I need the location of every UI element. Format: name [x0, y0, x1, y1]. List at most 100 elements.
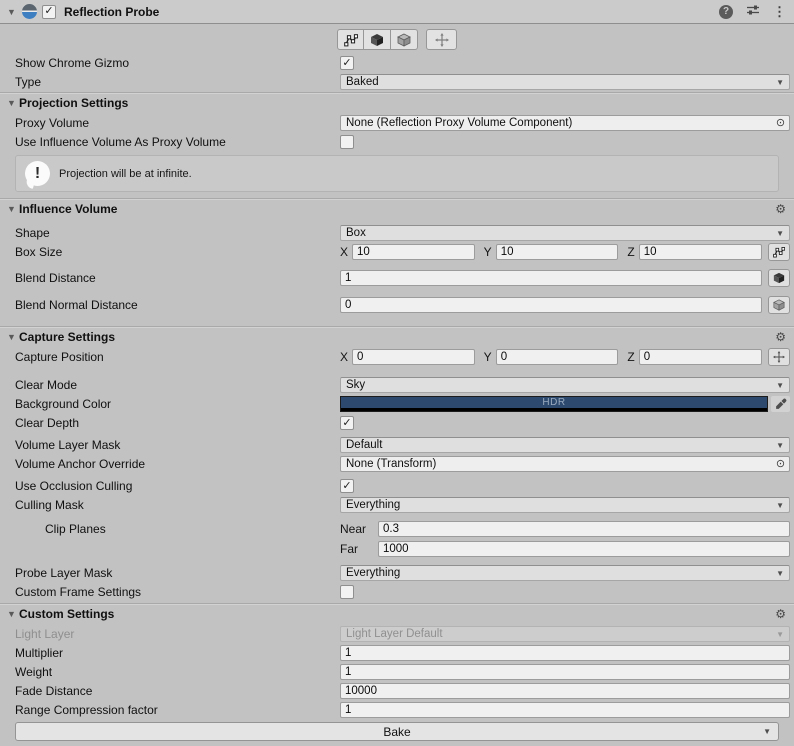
- background-color-swatch[interactable]: HDR: [340, 396, 768, 412]
- gear-icon[interactable]: ⚙: [775, 331, 786, 343]
- type-dropdown[interactable]: Baked ▼: [340, 74, 790, 90]
- edit-influence-volume-button[interactable]: [337, 29, 364, 50]
- field-label: Light Layer: [15, 627, 340, 641]
- field-label: Clip Planes: [15, 522, 340, 536]
- field-label: Fade Distance: [15, 684, 340, 698]
- edit-blend-volume-button[interactable]: [364, 29, 391, 50]
- foldout-icon[interactable]: ▼: [6, 609, 17, 619]
- clip-planes-near-input[interactable]: [378, 521, 790, 537]
- field-label: Custom Frame Settings: [15, 585, 340, 599]
- row-volume-layer-mask: Volume Layer Mask Default ▼: [0, 436, 794, 454]
- clear-depth-checkbox[interactable]: ✓: [340, 416, 354, 430]
- kebab-menu-icon[interactable]: ⋮: [773, 5, 786, 18]
- component-header: ▼ ✓ Reflection Probe ? ⋮: [0, 0, 794, 24]
- row-proxy-volume: Proxy Volume None (Reflection Proxy Volu…: [0, 114, 794, 132]
- row-clear-mode: Clear Mode Sky ▼: [0, 376, 794, 394]
- volume-anchor-override-object-field[interactable]: None (Transform) ⊙: [340, 456, 790, 472]
- far-label: Far: [340, 542, 374, 556]
- move-icon: [435, 33, 449, 47]
- row-culling-mask: Culling Mask Everything ▼: [0, 496, 794, 514]
- section-projection-settings[interactable]: ▼ Projection Settings: [0, 92, 794, 112]
- edit-mode-toolbar: [0, 24, 794, 54]
- weight-input[interactable]: [340, 664, 790, 680]
- foldout-icon[interactable]: ▼: [6, 332, 17, 342]
- field-label: Weight: [15, 665, 340, 679]
- check-icon: ✓: [342, 418, 351, 429]
- field-label: Blend Normal Distance: [15, 298, 340, 312]
- probe-layer-mask-dropdown[interactable]: Everything ▼: [340, 565, 790, 581]
- row-weight: Weight: [0, 663, 794, 681]
- clear-mode-dropdown[interactable]: Sky ▼: [340, 377, 790, 393]
- row-use-occlusion-culling: Use Occlusion Culling ✓: [0, 477, 794, 495]
- fade-distance-input[interactable]: [340, 683, 790, 699]
- move-capture-position-mini-button[interactable]: [768, 348, 790, 366]
- object-picker-icon[interactable]: ⊙: [772, 459, 789, 470]
- axis-y-label: Y: [484, 350, 492, 364]
- axis-z-label: Z: [627, 245, 634, 259]
- blend-distance-input[interactable]: [340, 270, 762, 286]
- row-blend-normal-distance: Blend Normal Distance: [0, 296, 794, 314]
- box-size-x-input[interactable]: [352, 244, 475, 260]
- foldout-icon[interactable]: ▼: [6, 98, 17, 108]
- check-icon: ✓: [342, 481, 351, 492]
- field-label: Type: [15, 75, 340, 89]
- custom-frame-settings-checkbox[interactable]: [340, 585, 354, 599]
- row-multiplier: Multiplier: [0, 644, 794, 662]
- chevron-down-icon: ▼: [772, 569, 784, 578]
- field-label: Proxy Volume: [15, 116, 340, 130]
- axis-z-label: Z: [627, 350, 634, 364]
- component-enabled-checkbox[interactable]: ✓: [42, 5, 56, 19]
- chevron-down-icon: ▼: [772, 630, 784, 639]
- info-icon: !: [25, 161, 50, 186]
- row-volume-anchor-override: Volume Anchor Override None (Transform) …: [0, 455, 794, 473]
- culling-mask-dropdown[interactable]: Everything ▼: [340, 497, 790, 513]
- move-capture-position-button[interactable]: [426, 29, 457, 50]
- edit-box-size-button[interactable]: [768, 243, 790, 261]
- section-capture-settings[interactable]: ▼ Capture Settings ⚙: [0, 326, 794, 346]
- check-icon: ✓: [44, 6, 53, 17]
- field-label: Multiplier: [15, 646, 340, 660]
- edit-blend-normal-volume-button[interactable]: [391, 29, 418, 50]
- object-picker-icon[interactable]: ⊙: [772, 118, 789, 129]
- reflection-probe-icon: [22, 4, 37, 19]
- gear-icon[interactable]: ⚙: [775, 608, 786, 620]
- field-label: Probe Layer Mask: [15, 566, 340, 580]
- shape-dropdown[interactable]: Box ▼: [340, 225, 790, 241]
- field-label: Use Occlusion Culling: [15, 479, 340, 493]
- foldout-icon[interactable]: ▼: [6, 204, 17, 214]
- edit-blend-normal-distance-button[interactable]: [768, 296, 790, 314]
- show-chrome-gizmo-checkbox[interactable]: ✓: [340, 56, 354, 70]
- chevron-down-icon: ▼: [772, 229, 784, 238]
- gear-icon[interactable]: ⚙: [775, 203, 786, 215]
- blend-normal-distance-input[interactable]: [340, 297, 762, 313]
- capture-position-y-input[interactable]: [496, 349, 619, 365]
- capture-position-z-input[interactable]: [639, 349, 762, 365]
- foldout-icon[interactable]: ▼: [6, 7, 17, 17]
- presets-icon[interactable]: [746, 3, 760, 20]
- alpha-bar: [341, 408, 767, 411]
- help-icon[interactable]: ?: [719, 5, 733, 19]
- row-background-color: Background Color HDR: [0, 395, 794, 413]
- eyedropper-icon[interactable]: [771, 396, 790, 412]
- section-custom-settings[interactable]: ▼ Custom Settings ⚙: [0, 603, 794, 623]
- range-compression-factor-input[interactable]: [340, 702, 790, 718]
- use-influence-volume-checkbox[interactable]: [340, 135, 354, 149]
- hdr-badge: HDR: [542, 397, 565, 408]
- volume-layer-mask-dropdown[interactable]: Default ▼: [340, 437, 790, 453]
- box-size-y-input[interactable]: [496, 244, 619, 260]
- row-clip-planes-near: Clip Planes Near: [0, 520, 794, 538]
- axis-x-label: X: [340, 245, 348, 259]
- edit-blend-distance-button[interactable]: [768, 269, 790, 287]
- row-type: Type Baked ▼: [0, 73, 794, 91]
- bake-button[interactable]: Bake ▼: [15, 722, 779, 741]
- multiplier-input[interactable]: [340, 645, 790, 661]
- use-occlusion-culling-checkbox[interactable]: ✓: [340, 479, 354, 493]
- proxy-volume-object-field[interactable]: None (Reflection Proxy Volume Component)…: [340, 115, 790, 131]
- box-size-z-input[interactable]: [639, 244, 762, 260]
- check-icon: ✓: [342, 58, 351, 69]
- clip-planes-far-input[interactable]: [378, 541, 790, 557]
- field-label: Blend Distance: [15, 271, 340, 285]
- section-influence-volume[interactable]: ▼ Influence Volume ⚙: [0, 198, 794, 218]
- capture-position-x-input[interactable]: [352, 349, 475, 365]
- bake-row: Bake ▼: [15, 722, 779, 741]
